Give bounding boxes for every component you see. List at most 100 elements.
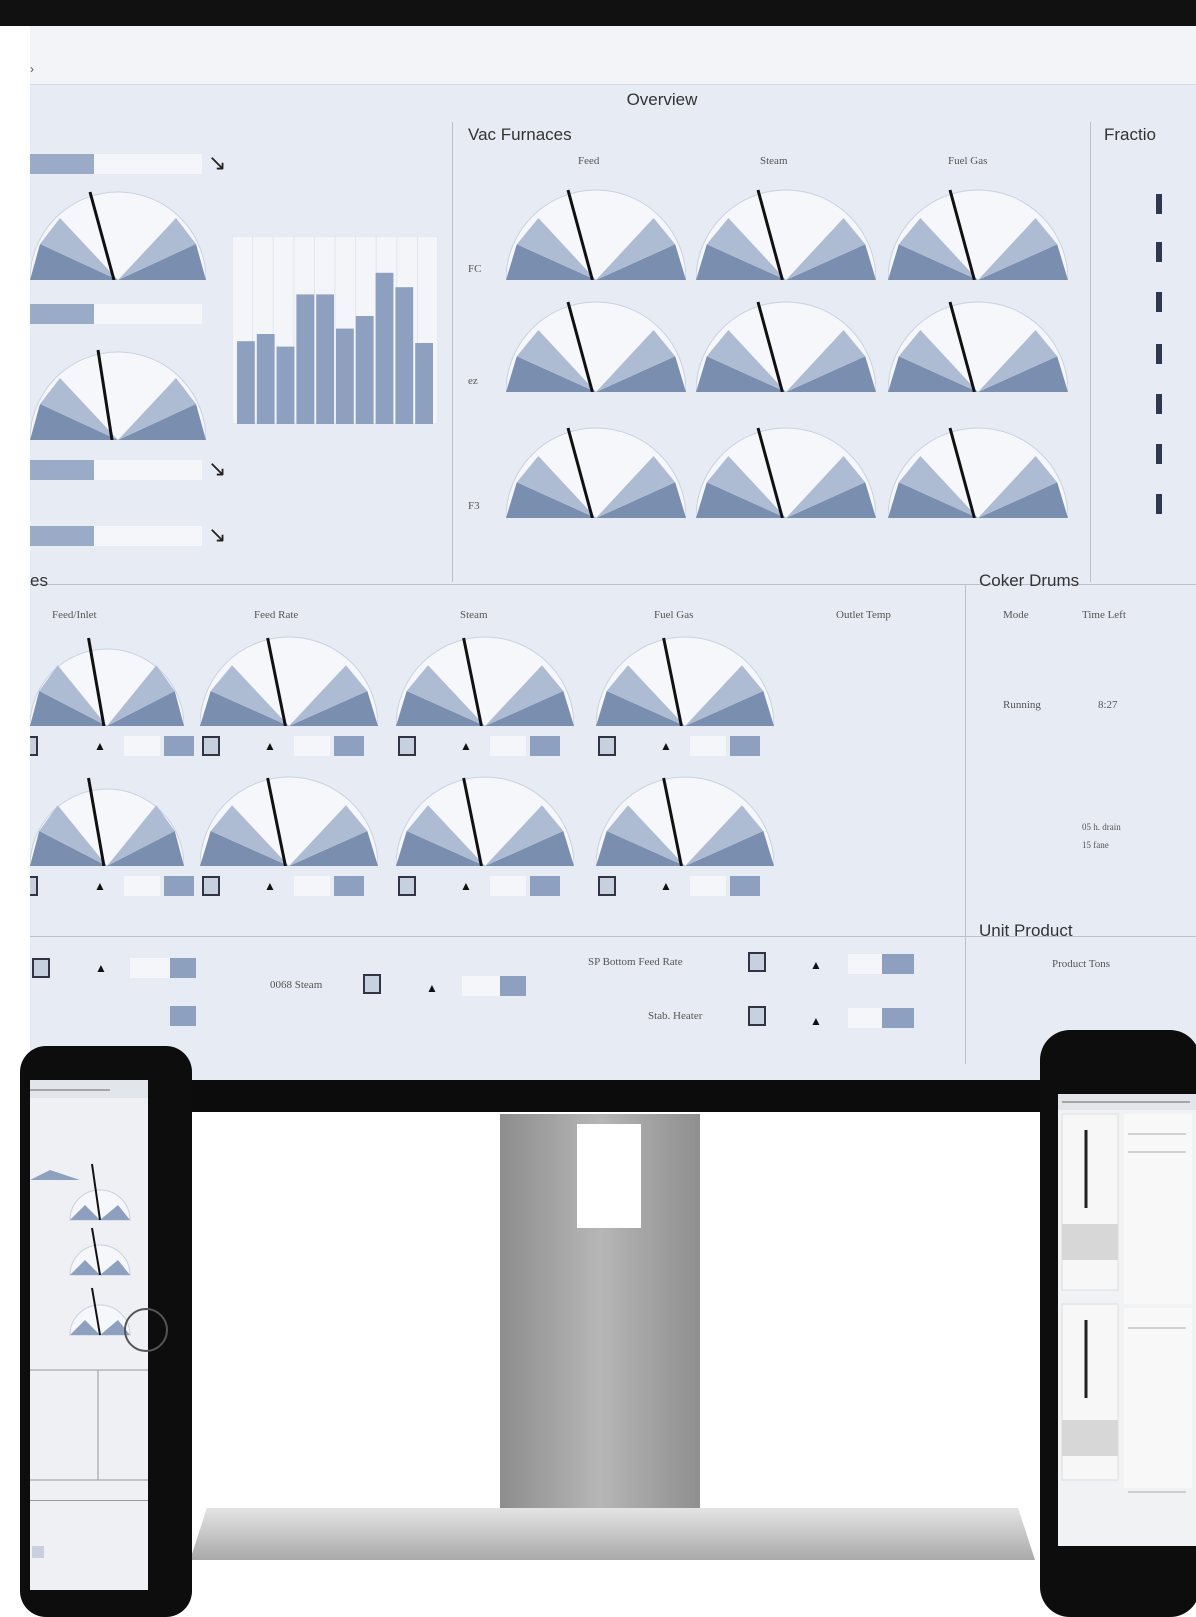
triangle-marker-icon: ▲ <box>460 879 472 893</box>
gauge <box>888 301 1068 392</box>
drum-note: 15 fane <box>1082 840 1109 850</box>
indicator-box <box>598 876 616 896</box>
caret-icon: › <box>30 62 34 76</box>
indicator-box <box>202 736 220 756</box>
value-swatch <box>164 736 194 756</box>
triangle-marker-icon: ▲ <box>94 879 106 893</box>
value-swatch <box>848 954 882 974</box>
gauge <box>506 189 686 280</box>
gauge <box>888 189 1068 280</box>
column-label: Feed <box>578 155 600 167</box>
row-label: ez <box>468 375 478 387</box>
trend-arrow-icon: ↘ <box>208 456 227 481</box>
triangle-marker-icon: ▲ <box>460 739 472 753</box>
gauge <box>396 776 574 866</box>
browser-top-bar <box>30 26 1196 85</box>
coker-drums-title: Coker Drums <box>979 571 1080 590</box>
phone-screen <box>1058 1094 1196 1546</box>
column-label: Mode <box>1003 609 1029 621</box>
value-swatch <box>170 958 196 978</box>
gauge <box>200 776 378 866</box>
value-swatch <box>530 876 560 896</box>
indicator-box <box>30 876 38 896</box>
triangle-marker-icon: ▲ <box>810 958 822 972</box>
fractionator-level-marker <box>1156 344 1162 364</box>
value-swatch <box>334 876 364 896</box>
column-label: Steam <box>760 155 788 167</box>
monitor-top-bezel <box>0 0 1196 26</box>
gauge <box>30 777 184 866</box>
value-swatch <box>164 876 194 896</box>
divider <box>452 122 453 582</box>
bar-chart <box>232 236 438 424</box>
divider <box>1090 122 1091 582</box>
monitor-bottom-bezel <box>30 1080 1196 1112</box>
value-swatch <box>334 736 364 756</box>
chart-bar <box>296 294 315 424</box>
value-swatch <box>170 1006 196 1026</box>
value-swatch <box>730 876 760 896</box>
gauge <box>30 191 206 280</box>
column-label: Time Left <box>1082 609 1126 621</box>
indicator-box <box>398 736 416 756</box>
furnaces-section-title: es <box>30 571 48 590</box>
column-label: Fuel Gas <box>948 155 988 167</box>
column-label: Product Tons <box>1052 958 1111 970</box>
steam-label: 0068 Steam <box>270 979 323 991</box>
column-label: Feed/Inlet <box>52 609 97 621</box>
chart-bar <box>316 294 334 424</box>
chart-bar <box>395 287 414 424</box>
indicator-box <box>748 952 766 972</box>
triangle-marker-icon: ▲ <box>426 981 438 995</box>
value-swatch <box>848 1008 882 1028</box>
tablet-home-button[interactable] <box>124 1308 168 1352</box>
triangle-marker-icon: ▲ <box>810 1014 822 1028</box>
unit-product-title: Unit Product <box>979 921 1073 940</box>
gauge <box>396 636 574 726</box>
value-swatch <box>690 876 726 896</box>
value-swatch <box>882 1008 914 1028</box>
phone-dashboard-preview <box>1058 1094 1196 1493</box>
monitor-screen: › Overview ↘ ↘ ↘ Vac Furnaces Feed Steam… <box>30 26 1196 1080</box>
heater-label: Stab. Heater <box>648 1010 703 1022</box>
column-label: Fuel Gas <box>654 609 694 621</box>
value-swatch <box>130 958 170 978</box>
gauge <box>30 349 206 440</box>
chart-bar <box>375 272 394 424</box>
chart-bar <box>336 328 354 424</box>
gauge <box>506 301 686 392</box>
triangle-marker-icon: ▲ <box>264 879 276 893</box>
triangle-marker-icon: ▲ <box>95 961 107 975</box>
page-title: Overview <box>626 90 698 109</box>
indicator-box <box>598 736 616 756</box>
level-bar-fill <box>30 154 94 174</box>
level-bar-fill <box>30 526 94 546</box>
chart-bar <box>276 346 295 424</box>
drum-note: 05 h. drain <box>1082 822 1121 832</box>
divider <box>965 584 966 1064</box>
value-swatch <box>124 876 160 896</box>
feed-rate-label: SP Bottom Feed Rate <box>588 956 683 968</box>
indicator-box <box>398 876 416 896</box>
fractionator-level-marker <box>1156 394 1162 414</box>
column-label: Steam <box>460 609 488 621</box>
triangle-marker-icon: ▲ <box>660 739 672 753</box>
value-swatch <box>124 736 160 756</box>
value-swatch <box>294 736 330 756</box>
time-left-value: 8:27 <box>1098 699 1118 711</box>
gauge <box>696 427 876 518</box>
chart-bar <box>415 343 433 424</box>
row-label: FC <box>468 263 482 275</box>
level-bar-fill <box>30 460 94 480</box>
chart-bar <box>256 334 275 424</box>
chart-bar <box>237 341 255 424</box>
value-swatch <box>882 954 914 974</box>
gauge <box>596 636 774 726</box>
indicator-box <box>30 736 38 756</box>
value-swatch <box>294 876 330 896</box>
indicator-box <box>748 1006 766 1026</box>
indicator-box <box>32 958 50 978</box>
triangle-marker-icon: ▲ <box>94 739 106 753</box>
gauge <box>30 637 184 726</box>
value-swatch <box>730 736 760 756</box>
